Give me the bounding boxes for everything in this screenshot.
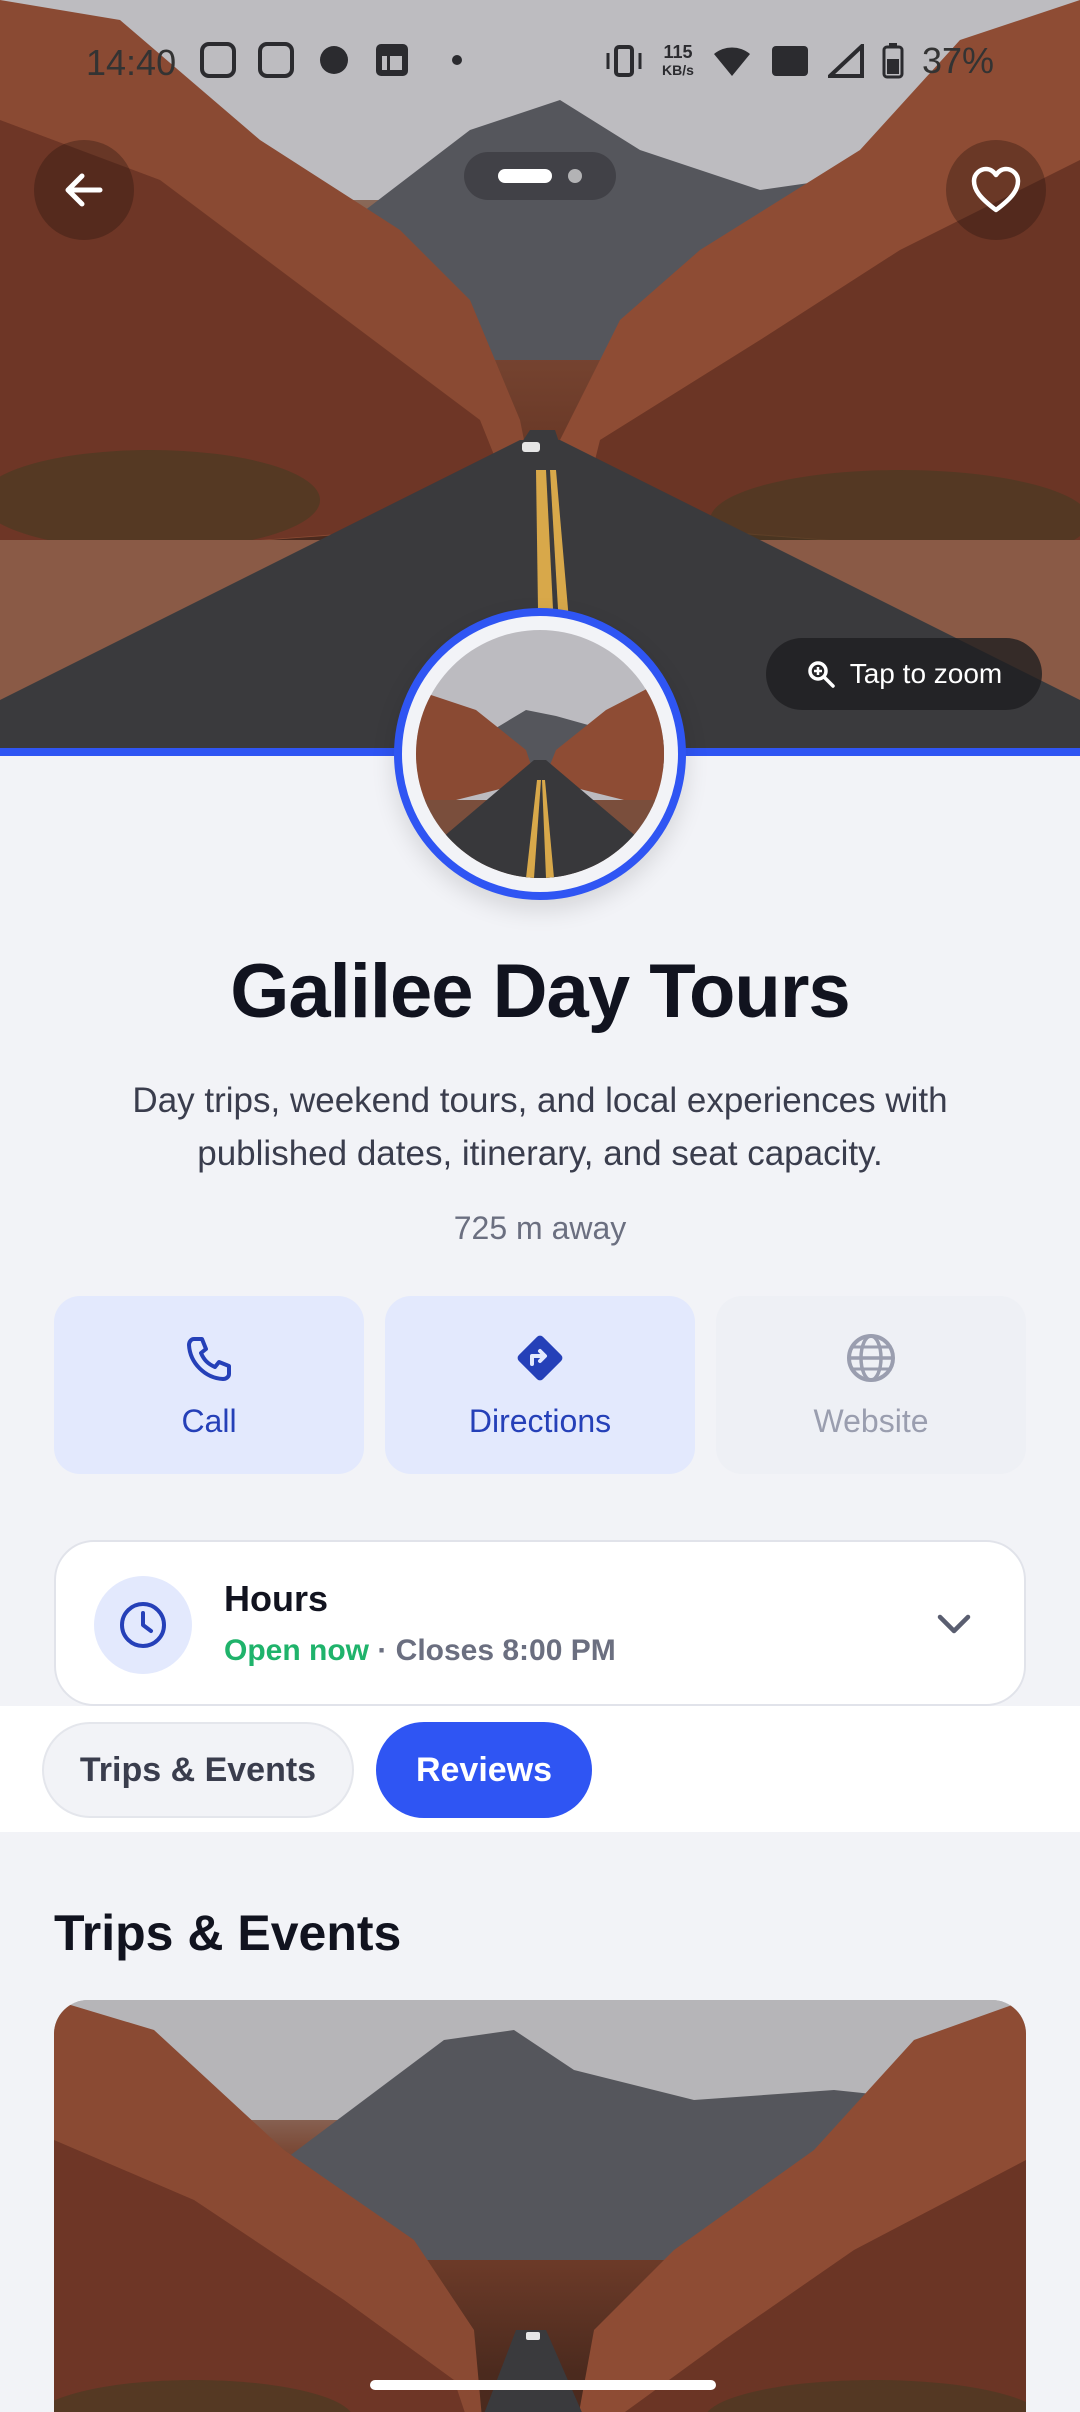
vowifi-icon — [771, 46, 808, 76]
website-label: Website — [813, 1402, 929, 1439]
home-indicator[interactable] — [370, 2380, 716, 2390]
tap-to-zoom-button[interactable]: Tap to zoom — [766, 638, 1042, 710]
heart-icon — [971, 166, 1021, 213]
open-now-label: Open now — [224, 1634, 369, 1667]
network-speed-unit: KB/s — [662, 62, 694, 78]
distance-label: 725 m away — [453, 1210, 627, 1246]
arrow-left-icon — [65, 173, 103, 207]
chevron-down-icon — [937, 1614, 971, 1634]
hours-card[interactable]: Hours Open now · Closes 8:00 PM — [54, 1540, 1026, 1706]
system-icons: 115 KB/s 37% — [604, 40, 994, 82]
pager-dot — [568, 169, 582, 183]
app-icon — [320, 46, 348, 74]
place-description: Day trips, weekend tours, and local expe… — [132, 1081, 948, 1173]
globe-icon — [847, 1333, 895, 1382]
place-title: Galilee Day Tours — [230, 949, 850, 1034]
place-avatar[interactable] — [394, 608, 686, 900]
trip-card[interactable] — [54, 2000, 1026, 2412]
website-button[interactable]: Website — [716, 1296, 1026, 1474]
more-notifications-icon — [452, 55, 462, 65]
section-title: Trips & Events — [54, 1905, 402, 1961]
network-speed: 115 KB/s — [662, 43, 694, 79]
call-label: Call — [181, 1402, 237, 1439]
signal-icon — [827, 44, 864, 78]
wifi-icon — [713, 47, 750, 76]
avatar-landscape — [416, 630, 664, 878]
tabs-bar: Trips & Events Reviews — [0, 1706, 1080, 1832]
favorite-button[interactable] — [946, 140, 1046, 240]
trip-card-image — [54, 2000, 1026, 2412]
vibrate-icon — [606, 45, 642, 77]
pager-dot-active — [498, 169, 552, 183]
battery-percent: 37% — [921, 40, 994, 81]
linkedin-icon — [376, 44, 408, 76]
tab-trips-events[interactable]: Trips & Events — [42, 1722, 354, 1818]
action-buttons: Call Directions Website — [54, 1296, 1026, 1474]
avatar-image — [416, 630, 664, 878]
hours-icon-wrap — [94, 1576, 192, 1674]
tap-to-zoom-label: Tap to zoom — [849, 658, 1003, 689]
hours-status: Open now · Closes 8:00 PM — [224, 1634, 616, 1668]
back-button[interactable] — [34, 140, 134, 240]
status-time: 14:40 — [86, 42, 177, 83]
status-bar: 14:40 115 KB/s 37% — [0, 30, 1080, 94]
battery-icon — [882, 43, 904, 79]
notification-icons — [200, 42, 462, 78]
image-pager[interactable] — [464, 152, 616, 200]
directions-label: Directions — [468, 1402, 612, 1439]
instagram-icon — [258, 42, 294, 78]
tab-reviews[interactable]: Reviews — [376, 1722, 592, 1818]
network-speed-value: 115 — [663, 42, 693, 62]
clock-icon — [120, 1602, 166, 1648]
instagram-icon — [200, 42, 236, 78]
directions-button[interactable]: Directions — [385, 1296, 695, 1474]
phone-icon — [187, 1336, 231, 1381]
directions-icon — [517, 1335, 563, 1380]
closes-label: · Closes 8:00 PM — [369, 1634, 616, 1667]
zoom-in-icon — [807, 661, 835, 688]
call-button[interactable]: Call — [54, 1296, 364, 1474]
hours-title: Hours — [224, 1578, 329, 1619]
